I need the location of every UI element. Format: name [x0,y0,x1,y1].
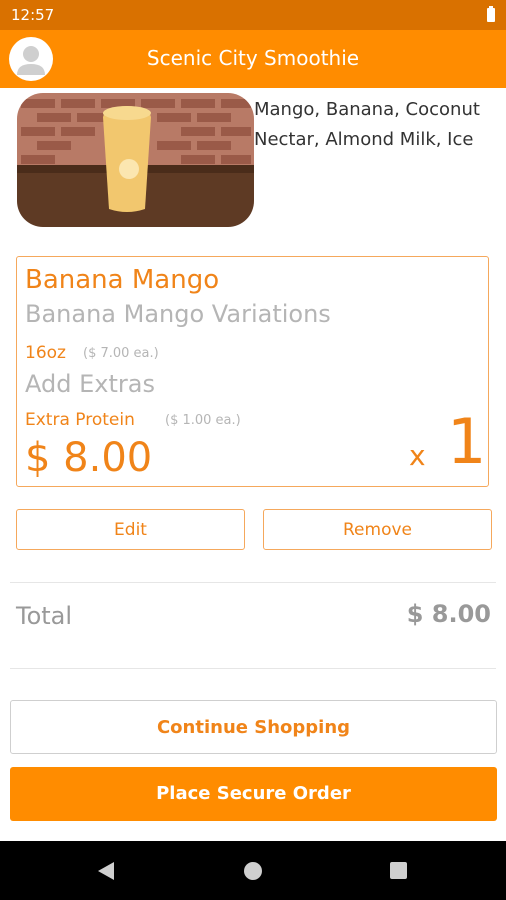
extra-label: Extra Protein [25,410,135,430]
home-circle-icon[interactable] [244,862,262,880]
extras-heading: Add Extras [25,370,155,398]
item-total: $ 8.00 [25,435,153,481]
product-image [17,93,254,227]
continue-shopping-button[interactable]: Continue Shopping [10,700,497,754]
back-triangle-icon[interactable] [98,862,114,880]
app-bar: Scenic City Smoothie [0,30,506,88]
battery-icon [487,6,495,22]
quantity-multiplier: x [409,439,426,472]
item-name: Banana Mango [25,265,220,295]
total-value: $ 8.00 [406,600,491,628]
total-label: Total [16,602,73,630]
status-time: 12:57 [11,6,55,24]
system-nav-bar [0,841,506,900]
recent-square-icon[interactable] [390,862,407,879]
quantity-value: 1 [447,405,487,478]
item-variation: Banana Mango Variations [25,300,331,328]
status-bar: 12:57 [0,0,506,30]
divider-top [10,582,496,583]
cart-item-card: Banana Mango Banana Mango Variations 16o… [16,256,489,487]
place-secure-order-button[interactable]: Place Secure Order [10,767,497,821]
remove-button[interactable]: Remove [263,509,492,550]
extra-price: ($ 1.00 ea.) [165,413,241,428]
app-title: Scenic City Smoothie [146,46,360,70]
edit-button[interactable]: Edit [16,509,245,550]
product-ingredients: Mango, Banana, Coconut Nectar, Almond Mi… [254,99,480,150]
size-price: ($ 7.00 ea.) [83,346,159,361]
size-label: 16oz [25,343,66,363]
divider-bottom [10,668,496,669]
